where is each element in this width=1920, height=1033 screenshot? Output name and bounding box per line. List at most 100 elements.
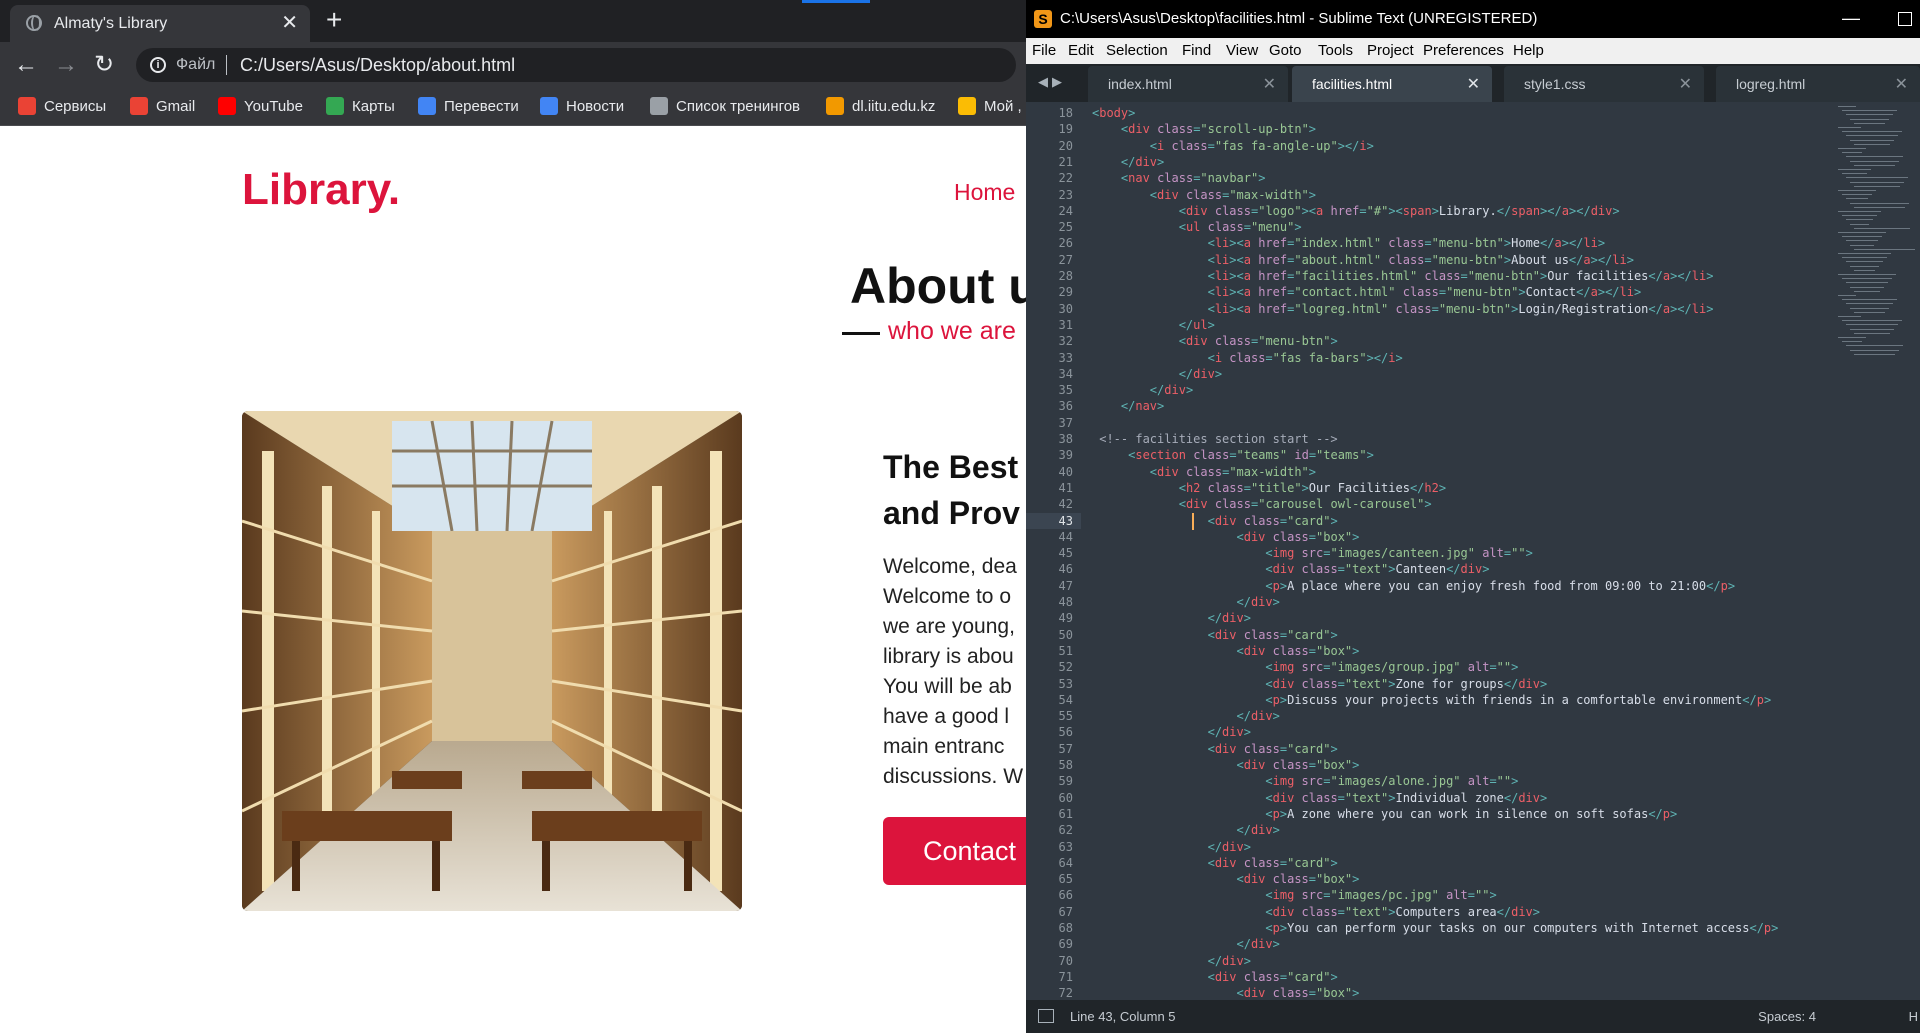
code-line[interactable]: <img src="images/pc.jpg" alt=""> — [1092, 888, 1496, 902]
bookmark-item[interactable]: Сервисы — [18, 97, 106, 115]
close-tab-icon[interactable]: ✕ — [1895, 74, 1908, 94]
code-line[interactable]: <div class="scroll-up-btn"> — [1092, 122, 1316, 136]
code-line[interactable]: </div> — [1092, 840, 1251, 854]
code-line[interactable]: <div class="box"> — [1092, 986, 1360, 1000]
code-line[interactable]: <div class="menu-btn"> — [1092, 334, 1338, 348]
bookmark-item[interactable]: Мой , — [958, 97, 1022, 115]
bookmark-item[interactable]: Перевести — [418, 97, 519, 115]
code-line[interactable]: </div> — [1092, 155, 1164, 169]
code-line[interactable]: <p>A zone where you can work in silence … — [1092, 807, 1677, 821]
code-line[interactable]: <p>A place where you can enjoy fresh foo… — [1092, 579, 1735, 593]
code-line[interactable]: <li><a href="logreg.html" class="menu-bt… — [1092, 302, 1714, 316]
code-line[interactable]: <div class="box"> — [1092, 530, 1360, 544]
bookmark-item[interactable]: Список тренингов — [650, 97, 800, 115]
menu-item-preferences[interactable]: Preferences — [1423, 42, 1504, 59]
editor-tab[interactable]: facilities.html ✕ — [1292, 66, 1492, 102]
code-line[interactable]: <ul class="menu"> — [1092, 220, 1302, 234]
close-tab-icon[interactable]: ✕ — [281, 12, 298, 34]
code-line[interactable]: </div> — [1092, 367, 1222, 381]
code-line[interactable]: <li><a href="facilities.html" class="men… — [1092, 269, 1714, 283]
code-line[interactable]: <body> — [1092, 106, 1135, 120]
code-line[interactable]: </div> — [1092, 725, 1251, 739]
code-line[interactable]: </ul> — [1092, 318, 1215, 332]
menu-item-selection[interactable]: Selection — [1106, 42, 1168, 59]
code-line[interactable]: <div class="text">Individual zone</div> — [1092, 791, 1547, 805]
minimize-icon[interactable]: — — [1842, 8, 1860, 29]
bookmark-item[interactable]: Gmail — [130, 97, 195, 115]
forward-arrow-icon[interactable]: → — [54, 50, 78, 80]
code-line[interactable]: </nav> — [1092, 399, 1164, 413]
editor-tab[interactable]: style1.css ✕ — [1504, 66, 1704, 102]
code-line[interactable]: <div class="carousel owl-carousel"> — [1092, 497, 1432, 511]
menu-item-project[interactable]: Project — [1367, 42, 1414, 59]
code-line[interactable]: <li><a href="index.html" class="menu-btn… — [1092, 236, 1606, 250]
site-logo[interactable]: Library. — [242, 165, 400, 215]
back-arrow-icon[interactable]: ← — [14, 50, 38, 80]
code-area[interactable]: <body> <div class="scroll-up-btn"> <i cl… — [1092, 102, 1802, 1000]
code-line[interactable]: <div class="card"> — [1092, 856, 1338, 870]
code-line[interactable]: <img src="images/canteen.jpg" alt=""> — [1092, 546, 1532, 560]
menu-item-goto[interactable]: Goto — [1269, 42, 1302, 59]
editor-tab[interactable]: logreg.html ✕ — [1716, 66, 1920, 102]
code-line[interactable]: <div class="card"> — [1092, 970, 1338, 984]
syntax-setting[interactable]: H — [1909, 1009, 1918, 1024]
code-line[interactable]: <nav class="navbar"> — [1092, 171, 1266, 185]
code-line[interactable]: <h2 class="title">Our Facilities</h2> — [1092, 481, 1446, 495]
bookmark-item[interactable]: Новости — [540, 97, 624, 115]
code-line[interactable]: </div> — [1092, 709, 1280, 723]
code-line[interactable]: <div class="logo"><a href="#"><span>Libr… — [1092, 204, 1620, 218]
code-line[interactable]: <p>You can perform your tasks on our com… — [1092, 921, 1778, 935]
menu-item-find[interactable]: Find — [1182, 42, 1211, 59]
code-line[interactable]: </div> — [1092, 383, 1193, 397]
code-line[interactable]: </div> — [1092, 611, 1251, 625]
code-line[interactable]: <div class="box"> — [1092, 758, 1360, 772]
panel-toggle-icon[interactable] — [1038, 1009, 1054, 1023]
reload-icon[interactable]: ↻ — [94, 50, 114, 80]
code-line[interactable]: <img src="images/alone.jpg" alt=""> — [1092, 774, 1518, 788]
code-line[interactable]: </div> — [1092, 954, 1251, 968]
editor-tab[interactable]: index.html ✕ — [1088, 66, 1288, 102]
indentation-setting[interactable]: Spaces: 4 — [1758, 1009, 1816, 1024]
browser-tab-active[interactable]: Almaty's Library ✕ — [10, 5, 310, 42]
close-tab-icon[interactable]: ✕ — [1263, 74, 1276, 94]
menu-item-tools[interactable]: Tools — [1318, 42, 1353, 59]
menu-item-help[interactable]: Help — [1513, 42, 1544, 59]
code-line[interactable]: <li><a href="contact.html" class="menu-b… — [1092, 285, 1642, 299]
bookmark-item[interactable]: YouTube — [218, 97, 303, 115]
address-url[interactable]: C:/Users/Asus/Desktop/about.html — [240, 55, 515, 76]
code-line[interactable]: <div class="box"> — [1092, 872, 1360, 886]
nav-home-link[interactable]: Home — [954, 179, 1015, 206]
code-line[interactable]: </div> — [1092, 595, 1280, 609]
code-line[interactable]: <i class="fas fa-bars"></i> — [1092, 351, 1403, 365]
code-line[interactable]: <div class="text">Zone for groups</div> — [1092, 677, 1547, 691]
close-tab-icon[interactable]: ✕ — [1467, 74, 1480, 94]
code-line[interactable]: <img src="images/group.jpg" alt=""> — [1092, 660, 1518, 674]
code-line[interactable]: <div class="max-width"> — [1092, 465, 1316, 479]
code-line[interactable]: <i class="fas fa-angle-up"></i> — [1092, 139, 1374, 153]
new-tab-button[interactable]: + — [326, 6, 342, 34]
code-line[interactable]: <section class="teams" id="teams"> — [1092, 448, 1374, 462]
menu-item-edit[interactable]: Edit — [1068, 42, 1094, 59]
code-editor[interactable]: 18 19 20 21 22 23 24 25 26 27 28 29 30 31 32 33 34 35 36 37… — [1026, 102, 1920, 1000]
menu-item-view[interactable]: View — [1226, 42, 1258, 59]
code-line[interactable]: <div class="card"> — [1092, 628, 1338, 642]
code-line[interactable]: <div class="text">Computers area</div> — [1092, 905, 1540, 919]
code-line[interactable]: <!-- facilities section start --> — [1092, 432, 1337, 446]
contact-button[interactable]: Contact — [883, 817, 1026, 885]
code-line[interactable]: </div> — [1092, 937, 1280, 951]
code-line[interactable]: <div class="box"> — [1092, 644, 1360, 658]
tab-scroll-arrows-icon[interactable]: ◀▶ — [1038, 74, 1066, 90]
code-line[interactable]: <p>Discuss your projects with friends in… — [1092, 693, 1771, 707]
code-line[interactable]: <div class="card"> — [1092, 514, 1338, 528]
code-line[interactable]: <div class="text">Canteen</div> — [1092, 562, 1489, 576]
code-line[interactable]: <li><a href="about.html" class="menu-btn… — [1092, 253, 1634, 267]
menu-item-file[interactable]: File — [1032, 42, 1056, 59]
minimap[interactable] — [1830, 102, 1920, 402]
maximize-icon[interactable] — [1898, 12, 1912, 26]
code-line[interactable]: <div class="card"> — [1092, 742, 1338, 756]
code-line[interactable]: <div class="max-width"> — [1092, 188, 1316, 202]
bookmark-item[interactable]: Карты — [326, 97, 395, 115]
bookmark-item[interactable]: dl.iitu.edu.kz — [826, 97, 935, 115]
code-line[interactable]: </div> — [1092, 823, 1280, 837]
address-bar[interactable]: i Файл C:/Users/Asus/Desktop/about.html — [136, 48, 1016, 82]
